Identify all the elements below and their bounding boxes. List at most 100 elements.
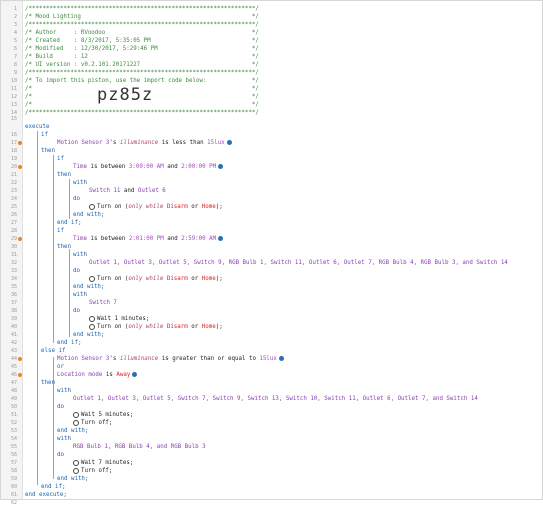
- condition-marker-icon: [18, 165, 22, 169]
- task-icon: [89, 323, 95, 330]
- task[interactable]: Turn on (only while Disarm or Home);: [89, 323, 223, 331]
- task-icon: [73, 467, 79, 474]
- indent-guide: [53, 389, 54, 429]
- info-badge-icon[interactable]: [218, 236, 224, 241]
- execute-keyword[interactable]: execute: [25, 123, 49, 131]
- task[interactable]: Turn on (only while Disarm or Home);: [89, 275, 223, 283]
- code-line: 58 Wait 7 minutes;: [10, 459, 134, 474]
- condition-marker-icon: [18, 237, 22, 241]
- task-icon: [73, 419, 79, 426]
- device-list[interactable]: Switch 11 and Outlet 6: [89, 187, 166, 195]
- code-line: 22 then: [10, 172, 71, 186]
- code-line: 33 Outlet 1, Outlet 3, Outlet 5, Switch …: [10, 260, 508, 274]
- code-line: 54 end with;: [10, 428, 89, 442]
- indent-guide: [53, 437, 54, 477]
- info-badge-icon[interactable]: [218, 164, 224, 169]
- condition-marker-icon: [18, 373, 22, 377]
- condition-marker-icon: [18, 141, 22, 145]
- code-line: 23 with: [10, 180, 87, 194]
- code-line: 52 Wait 5 minutes;: [10, 411, 134, 426]
- code-line: 20 if: [10, 156, 64, 170]
- import-code[interactable]: pz85z: [97, 85, 153, 105]
- code-line: 28 end if;: [10, 220, 82, 234]
- condition[interactable]: Motion Sensor 3's illuminance is greater…: [57, 355, 284, 363]
- condition-marker-icon: [18, 357, 22, 361]
- if-keyword[interactable]: if: [41, 131, 48, 139]
- code-line: 45 Motion Sensor 3's illuminance is grea…: [1, 355, 284, 370]
- code-line: 57 do: [10, 452, 64, 466]
- task-icon: [89, 315, 95, 322]
- code-line: 59 Turn off;: [10, 467, 113, 482]
- info-badge-icon[interactable]: [132, 372, 138, 377]
- code-line: 34 do: [10, 268, 80, 282]
- task[interactable]: Turn off;: [73, 419, 112, 427]
- task-icon: [89, 275, 95, 282]
- task[interactable]: Wait 7 minutes;: [73, 459, 133, 467]
- code-line: 21 Time is between 3:00:00 AM and 2:00:0…: [1, 163, 224, 178]
- or-operator[interactable]: or: [57, 363, 64, 371]
- code-line: 38 Switch 7: [10, 300, 117, 314]
- code-line: 26 Turn on (only while Disarm or Home);: [10, 203, 223, 218]
- with-keyword[interactable]: with: [73, 291, 87, 299]
- code-line: 48 then: [10, 380, 55, 394]
- condition[interactable]: Location mode is Away: [57, 371, 138, 379]
- device-list[interactable]: RGB Bulb 1, RGB Bulb 4, and RGB Bulb 3: [73, 443, 206, 451]
- device-list[interactable]: Switch 7: [89, 299, 117, 307]
- code-line: 40 Wait 1 minutes;: [10, 315, 150, 330]
- indent-guide: [69, 179, 70, 219]
- code-line: 53 Turn off;: [10, 419, 113, 434]
- code-line: 18 Motion Sensor 3's illuminance is less…: [1, 139, 232, 154]
- code-line: 60 end with;: [10, 476, 89, 490]
- code-line: 31 then: [10, 244, 71, 258]
- if-keyword[interactable]: if: [57, 155, 64, 163]
- indent-guide: [53, 155, 54, 343]
- info-badge-icon[interactable]: [226, 140, 232, 145]
- code-line: 41 Turn on (only while Disarm or Home);: [10, 323, 223, 338]
- with-keyword[interactable]: with: [73, 251, 87, 259]
- code-line: 46 or: [10, 364, 64, 378]
- code-line: 32 with: [10, 252, 87, 266]
- task[interactable]: Turn off;: [73, 467, 112, 475]
- code-line: 56 RGB Bulb 1, RGB Bulb 4, and RGB Bulb …: [10, 444, 206, 458]
- device-list[interactable]: Outlet 1, Outlet 3, Outlet 5, Switch 7, …: [73, 395, 478, 403]
- code-line: 49 with: [10, 388, 71, 402]
- code-line: 47 Location mode is Away: [1, 371, 138, 386]
- indent-guide: [37, 131, 38, 485]
- device-list[interactable]: Outlet 1, Outlet 3, Outlet 5, Switch 9, …: [89, 259, 508, 267]
- task[interactable]: Wait 1 minutes;: [89, 315, 149, 323]
- indent-guide: [69, 249, 70, 289]
- piston-code-view: 1/**************************************…: [0, 0, 543, 506]
- condition[interactable]: Time is between 3:00:00 AM and 2:00:00 P…: [73, 163, 224, 171]
- code-line: 24 Switch 11 and Outlet 6: [10, 188, 166, 202]
- with-keyword[interactable]: with: [57, 387, 71, 395]
- code-line: 19 then: [10, 148, 55, 162]
- code-line: 55 with: [10, 436, 71, 450]
- condition[interactable]: Motion Sensor 3's illuminance is less th…: [57, 139, 232, 147]
- task[interactable]: Wait 5 minutes;: [73, 411, 133, 419]
- code-line: 16 execute: [10, 124, 50, 138]
- with-keyword[interactable]: with: [73, 179, 87, 187]
- code-line: 39 do: [10, 308, 80, 322]
- info-badge-icon[interactable]: [278, 356, 284, 361]
- if-keyword[interactable]: if: [57, 227, 64, 235]
- indent-guide: [69, 289, 70, 337]
- code-line: 61 end if;: [10, 484, 66, 498]
- code-line: 37 with: [10, 292, 87, 306]
- code-line: 27 end with;: [10, 212, 105, 226]
- code-line: 50 Outlet 1, Outlet 3, Outlet 5, Switch …: [10, 396, 478, 410]
- else-if-keyword[interactable]: else if: [41, 347, 65, 355]
- code-line: 25 do: [10, 196, 80, 210]
- code-line: 36 end with;: [10, 284, 105, 298]
- code-line: 43 end if;: [10, 340, 82, 354]
- code-line: 29 if: [10, 228, 64, 242]
- task[interactable]: Turn on (only while Disarm or Home);: [89, 203, 223, 211]
- condition[interactable]: Time is between 2:01:00 PM and 2:59:00 A…: [73, 235, 224, 243]
- code-line: 42 end with;: [10, 332, 105, 346]
- with-keyword[interactable]: with: [57, 435, 71, 443]
- code-line: 35 Turn on (only while Disarm or Home);: [10, 275, 223, 290]
- code-line: 17 if: [10, 132, 48, 146]
- code-line: 44 else if: [10, 348, 66, 362]
- task-icon: [89, 203, 95, 210]
- task-icon: [73, 411, 79, 418]
- task-icon: [73, 459, 79, 466]
